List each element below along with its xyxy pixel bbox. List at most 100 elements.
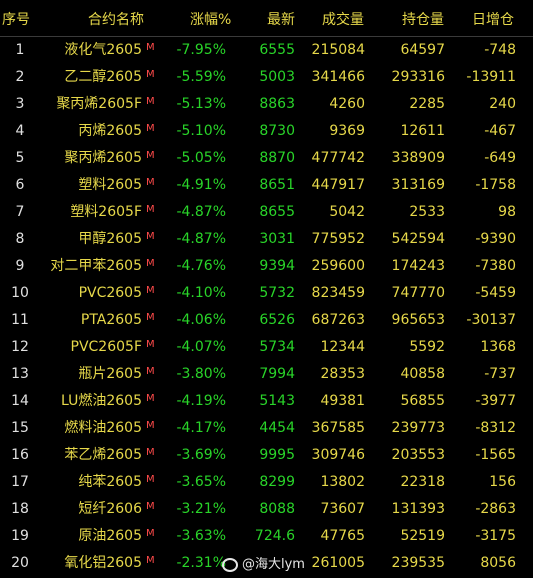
- last-price: 4454: [259, 420, 295, 436]
- table-row[interactable]: 9 对二甲苯2605 M -4.76% 9394 259600 174243 -7380: [0, 253, 533, 280]
- table-row[interactable]: 6 塑料2605 M -4.91% 8651 447917 313169 -1758: [0, 172, 533, 199]
- header-volume[interactable]: 成交量: [322, 12, 364, 28]
- volume: 215084: [311, 42, 365, 58]
- daily-oi-change: -13911: [466, 69, 516, 85]
- volume: 447917: [311, 177, 365, 193]
- row-index: 10: [11, 285, 29, 301]
- last-price: 8730: [259, 123, 295, 139]
- change-pct: -5.13%: [176, 96, 226, 112]
- table-row[interactable]: 13 瓶片2605 M -3.80% 7994 28353 40858 -737: [0, 361, 533, 388]
- header-open-interest[interactable]: 持仓量: [402, 12, 444, 28]
- table-row[interactable]: 2 乙二醇2605 M -5.59% 5003 341466 293316 -13911: [0, 64, 533, 91]
- table-row[interactable]: 7 塑料2605F M -4.87% 8655 5042 2533 98: [0, 199, 533, 226]
- main-contract-marker: M: [146, 285, 155, 296]
- header-last-price[interactable]: 最新: [267, 12, 295, 28]
- daily-oi-change: 156: [489, 474, 516, 490]
- volume: 261005: [311, 555, 365, 571]
- open-interest: 203553: [391, 447, 445, 463]
- volume: 47765: [320, 528, 365, 544]
- daily-oi-change: -467: [484, 123, 516, 139]
- open-interest: 965653: [391, 312, 445, 328]
- open-interest: 131393: [391, 501, 445, 517]
- main-contract-marker: M: [146, 420, 155, 431]
- volume: 687263: [311, 312, 365, 328]
- main-contract-marker: M: [146, 42, 155, 53]
- watermark-text: @海大lym: [242, 557, 305, 572]
- daily-oi-change: -5459: [475, 285, 516, 301]
- row-index: 14: [11, 393, 29, 409]
- contract-name: 短纤2606: [78, 501, 142, 517]
- table-row[interactable]: 16 苯乙烯2605 M -3.69% 9995 309746 203553 -1565: [0, 442, 533, 469]
- main-contract-marker: M: [146, 69, 155, 80]
- volume: 28353: [320, 366, 365, 382]
- last-price: 8863: [259, 96, 295, 112]
- change-pct: -3.69%: [176, 447, 226, 463]
- main-contract-marker: M: [146, 393, 155, 404]
- last-price: 8655: [259, 204, 295, 220]
- volume: 775952: [311, 231, 365, 247]
- change-pct: -2.31%: [176, 555, 226, 571]
- open-interest: 338909: [391, 150, 445, 166]
- change-pct: -3.63%: [176, 528, 226, 544]
- volume: 9369: [329, 123, 365, 139]
- row-index: 5: [15, 150, 25, 166]
- watermark: @海大lym: [222, 553, 305, 572]
- daily-oi-change: -1758: [475, 177, 516, 193]
- last-price: 8870: [259, 150, 295, 166]
- last-price: 9995: [259, 447, 295, 463]
- table-row[interactable]: 17 纯苯2605 M -3.65% 8299 13802 22318 156: [0, 469, 533, 496]
- contract-name: 丙烯2605: [78, 123, 142, 139]
- row-index: 18: [11, 501, 29, 517]
- table-row[interactable]: 15 燃料油2605 M -4.17% 4454 367585 239773 -8312: [0, 415, 533, 442]
- main-contract-marker: M: [146, 96, 155, 107]
- table-row[interactable]: 12 PVC2605F M -4.07% 5734 12344 5592 1368: [0, 334, 533, 361]
- last-price: 6526: [259, 312, 295, 328]
- daily-oi-change: -748: [484, 42, 516, 58]
- last-price: 5732: [259, 285, 295, 301]
- table-row[interactable]: 4 丙烯2605 M -5.10% 8730 9369 12611 -467: [0, 118, 533, 145]
- row-index: 8: [15, 231, 25, 247]
- change-pct: -3.65%: [176, 474, 226, 490]
- header-index[interactable]: 序号: [2, 12, 30, 28]
- table-row[interactable]: 3 聚丙烯2605F M -5.13% 8863 4260 2285 240: [0, 91, 533, 118]
- volume: 341466: [311, 69, 365, 85]
- table-row[interactable]: 11 PTA2605 M -4.06% 6526 687263 965653 -30137: [0, 307, 533, 334]
- header-daily-oi-change[interactable]: 日增仓: [472, 12, 514, 28]
- header-change-pct[interactable]: 涨幅%: [190, 12, 231, 28]
- last-price: 8299: [259, 474, 295, 490]
- daily-oi-change: -3175: [475, 528, 516, 544]
- last-price: 8651: [259, 177, 295, 193]
- daily-oi-change: 8056: [480, 555, 516, 571]
- main-contract-marker: M: [146, 501, 155, 512]
- volume: 73607: [320, 501, 365, 517]
- table-row[interactable]: 19 原油2605 M -3.63% 724.6 47765 52519 -3175: [0, 523, 533, 550]
- open-interest: 64597: [400, 42, 445, 58]
- table-row[interactable]: 18 短纤2606 M -3.21% 8088 73607 131393 -2863: [0, 496, 533, 523]
- table-row[interactable]: 14 LU燃油2605 M -4.19% 5143 49381 56855 -3977: [0, 388, 533, 415]
- table-row[interactable]: 10 PVC2605 M -4.10% 5732 823459 747770 -5459: [0, 280, 533, 307]
- open-interest: 2533: [409, 204, 445, 220]
- row-index: 3: [15, 96, 25, 112]
- contract-name: PTA2605: [80, 312, 142, 328]
- daily-oi-change: -649: [484, 150, 516, 166]
- daily-oi-change: -737: [484, 366, 516, 382]
- volume: 823459: [311, 285, 365, 301]
- row-index: 7: [15, 204, 25, 220]
- change-pct: -4.10%: [176, 285, 226, 301]
- main-contract-marker: M: [146, 339, 155, 350]
- change-pct: -4.87%: [176, 231, 226, 247]
- open-interest: 56855: [400, 393, 445, 409]
- quote-table: 1 液化气2605 M -7.95% 6555 215084 64597 -748 2 乙二醇26…: [0, 37, 533, 577]
- table-row[interactable]: 1 液化气2605 M -7.95% 6555 215084 64597 -748: [0, 37, 533, 64]
- header-contract-name[interactable]: 合约名称: [88, 12, 144, 28]
- last-price: 724.6: [254, 528, 295, 544]
- volume: 309746: [311, 447, 365, 463]
- table-row[interactable]: 8 甲醇2605 M -4.87% 3031 775952 542594 -9390: [0, 226, 533, 253]
- volume: 49381: [320, 393, 365, 409]
- volume: 367585: [311, 420, 365, 436]
- main-contract-marker: M: [146, 555, 155, 566]
- open-interest: 52519: [400, 528, 445, 544]
- row-index: 11: [11, 312, 29, 328]
- table-row[interactable]: 5 聚丙烯2605 M -5.05% 8870 477742 338909 -649: [0, 145, 533, 172]
- row-index: 1: [15, 42, 25, 58]
